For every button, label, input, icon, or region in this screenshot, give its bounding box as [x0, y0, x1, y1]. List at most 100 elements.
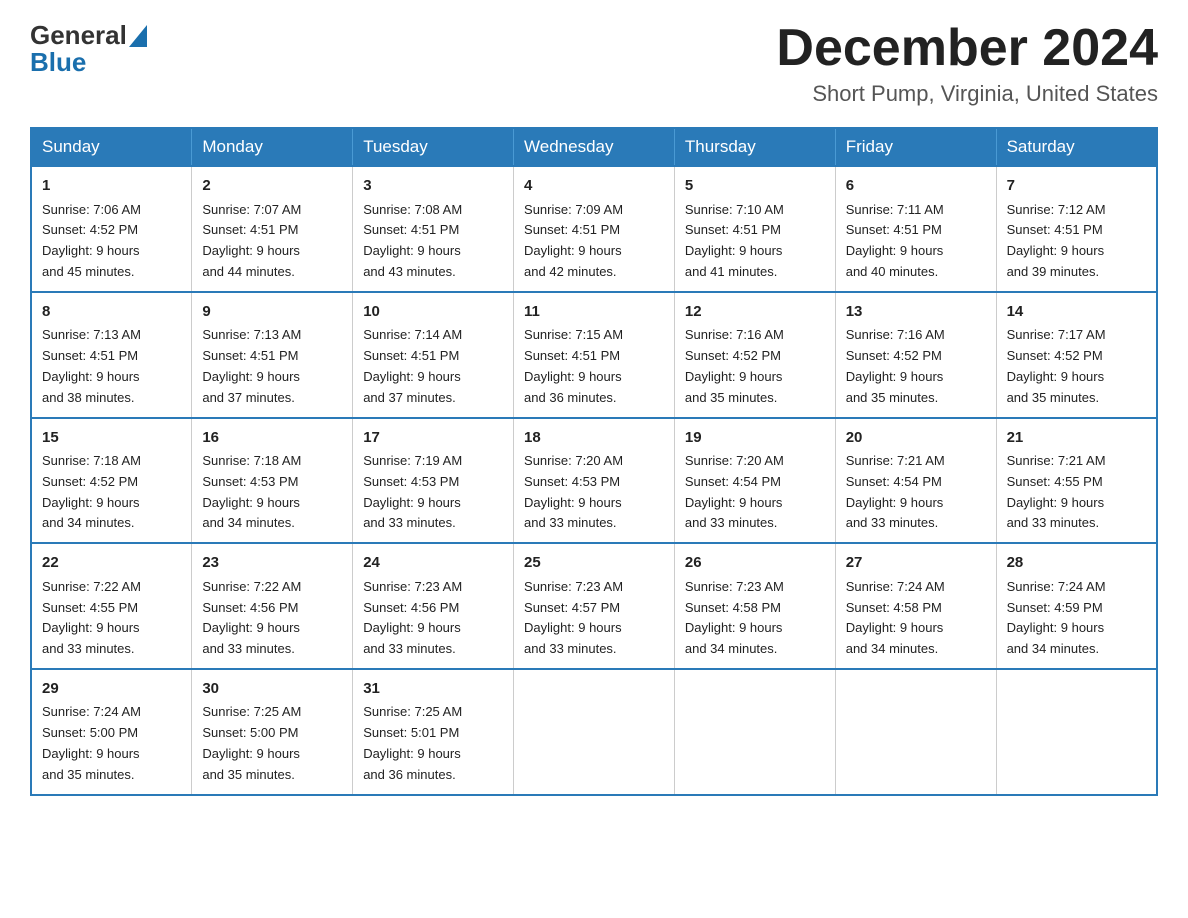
day-cell: 12 Sunrise: 7:16 AMSunset: 4:52 PMDayligh…	[674, 292, 835, 418]
day-number: 11	[524, 301, 664, 324]
day-number: 22	[42, 552, 181, 575]
header-saturday: Saturday	[996, 128, 1157, 166]
day-cell: 30 Sunrise: 7:25 AMSunset: 5:00 PMDayligh…	[192, 669, 353, 795]
day-cell	[514, 669, 675, 795]
month-title: December 2024	[776, 20, 1158, 77]
day-number: 14	[1007, 301, 1146, 324]
day-cell	[996, 669, 1157, 795]
day-number: 19	[685, 427, 825, 450]
day-number: 5	[685, 175, 825, 198]
day-cell: 9Sunrise: 7:13 AMSunset: 4:51 PMDaylight…	[192, 292, 353, 418]
day-cell: 5 Sunrise: 7:10 AMSunset: 4:51 PMDaylight…	[674, 166, 835, 292]
day-number: 23	[202, 552, 342, 575]
week-row-5: 29 Sunrise: 7:24 AMSunset: 5:00 PMDayligh…	[31, 669, 1157, 795]
day-info: Sunrise: 7:13 AMSunset: 4:51 PMDaylight:…	[42, 327, 141, 404]
day-number: 27	[846, 552, 986, 575]
day-info: Sunrise: 7:24 AMSunset: 4:58 PMDaylight:…	[846, 579, 945, 656]
day-number: 29	[42, 678, 181, 701]
header-thursday: Thursday	[674, 128, 835, 166]
day-info: Sunrise: 7:24 AMSunset: 5:00 PMDaylight:…	[42, 704, 141, 781]
day-number: 16	[202, 427, 342, 450]
header-wednesday: Wednesday	[514, 128, 675, 166]
day-cell: 11 Sunrise: 7:15 AMSunset: 4:51 PMDayligh…	[514, 292, 675, 418]
day-number: 15	[42, 427, 181, 450]
day-cell: 2Sunrise: 7:07 AMSunset: 4:51 PMDaylight…	[192, 166, 353, 292]
day-cell: 21 Sunrise: 7:21 AMSunset: 4:55 PMDayligh…	[996, 418, 1157, 544]
day-info: Sunrise: 7:22 AMSunset: 4:55 PMDaylight:…	[42, 579, 141, 656]
day-number: 2	[202, 175, 342, 198]
day-info: Sunrise: 7:12 AMSunset: 4:51 PMDaylight:…	[1007, 202, 1106, 279]
day-number: 24	[363, 552, 503, 575]
day-cell: 25 Sunrise: 7:23 AMSunset: 4:57 PMDayligh…	[514, 543, 675, 669]
day-info: Sunrise: 7:17 AMSunset: 4:52 PMDaylight:…	[1007, 327, 1106, 404]
day-info: Sunrise: 7:20 AMSunset: 4:53 PMDaylight:…	[524, 453, 623, 530]
day-number: 31	[363, 678, 503, 701]
day-number: 30	[202, 678, 342, 701]
day-info: Sunrise: 7:21 AMSunset: 4:55 PMDaylight:…	[1007, 453, 1106, 530]
day-cell: 17Sunrise: 7:19 AMSunset: 4:53 PMDayligh…	[353, 418, 514, 544]
day-number: 9	[202, 301, 342, 324]
week-row-2: 8Sunrise: 7:13 AMSunset: 4:51 PMDaylight…	[31, 292, 1157, 418]
day-cell: 4 Sunrise: 7:09 AMSunset: 4:51 PMDaylight…	[514, 166, 675, 292]
page-header: General Blue December 2024 Short Pump, V…	[30, 20, 1158, 107]
day-info: Sunrise: 7:15 AMSunset: 4:51 PMDaylight:…	[524, 327, 623, 404]
day-number: 26	[685, 552, 825, 575]
day-number: 21	[1007, 427, 1146, 450]
day-info: Sunrise: 7:09 AMSunset: 4:51 PMDaylight:…	[524, 202, 623, 279]
logo-blue-text: Blue	[30, 47, 86, 78]
day-info: Sunrise: 7:14 AMSunset: 4:51 PMDaylight:…	[363, 327, 462, 404]
day-cell: 7 Sunrise: 7:12 AMSunset: 4:51 PMDaylight…	[996, 166, 1157, 292]
day-cell: 18 Sunrise: 7:20 AMSunset: 4:53 PMDayligh…	[514, 418, 675, 544]
day-info: Sunrise: 7:06 AMSunset: 4:52 PMDaylight:…	[42, 202, 141, 279]
day-cell: 26Sunrise: 7:23 AMSunset: 4:58 PMDayligh…	[674, 543, 835, 669]
day-number: 3	[363, 175, 503, 198]
day-number: 20	[846, 427, 986, 450]
header-friday: Friday	[835, 128, 996, 166]
day-info: Sunrise: 7:10 AMSunset: 4:51 PMDaylight:…	[685, 202, 784, 279]
day-number: 7	[1007, 175, 1146, 198]
day-cell: 13Sunrise: 7:16 AMSunset: 4:52 PMDayligh…	[835, 292, 996, 418]
day-info: Sunrise: 7:11 AMSunset: 4:51 PMDaylight:…	[846, 202, 944, 279]
day-info: Sunrise: 7:16 AMSunset: 4:52 PMDaylight:…	[685, 327, 784, 404]
day-number: 6	[846, 175, 986, 198]
day-cell: 31Sunrise: 7:25 AMSunset: 5:01 PMDayligh…	[353, 669, 514, 795]
week-row-1: 1 Sunrise: 7:06 AMSunset: 4:52 PMDaylight…	[31, 166, 1157, 292]
day-info: Sunrise: 7:21 AMSunset: 4:54 PMDaylight:…	[846, 453, 945, 530]
day-info: Sunrise: 7:18 AMSunset: 4:53 PMDaylight:…	[202, 453, 301, 530]
day-number: 1	[42, 175, 181, 198]
day-cell: 29 Sunrise: 7:24 AMSunset: 5:00 PMDayligh…	[31, 669, 192, 795]
day-cell: 22 Sunrise: 7:22 AMSunset: 4:55 PMDayligh…	[31, 543, 192, 669]
header-row: Sunday Monday Tuesday Wednesday Thursday…	[31, 128, 1157, 166]
day-info: Sunrise: 7:18 AMSunset: 4:52 PMDaylight:…	[42, 453, 141, 530]
day-cell: 3Sunrise: 7:08 AMSunset: 4:51 PMDaylight…	[353, 166, 514, 292]
day-number: 25	[524, 552, 664, 575]
header-monday: Monday	[192, 128, 353, 166]
day-cell: 14 Sunrise: 7:17 AMSunset: 4:52 PMDayligh…	[996, 292, 1157, 418]
day-info: Sunrise: 7:20 AMSunset: 4:54 PMDaylight:…	[685, 453, 784, 530]
day-cell: 8Sunrise: 7:13 AMSunset: 4:51 PMDaylight…	[31, 292, 192, 418]
day-number: 17	[363, 427, 503, 450]
calendar-body: 1 Sunrise: 7:06 AMSunset: 4:52 PMDaylight…	[31, 166, 1157, 794]
day-info: Sunrise: 7:22 AMSunset: 4:56 PMDaylight:…	[202, 579, 301, 656]
day-cell: 20 Sunrise: 7:21 AMSunset: 4:54 PMDayligh…	[835, 418, 996, 544]
header-sunday: Sunday	[31, 128, 192, 166]
day-cell: 15 Sunrise: 7:18 AMSunset: 4:52 PMDayligh…	[31, 418, 192, 544]
day-cell: 27 Sunrise: 7:24 AMSunset: 4:58 PMDayligh…	[835, 543, 996, 669]
header-tuesday: Tuesday	[353, 128, 514, 166]
day-cell: 23 Sunrise: 7:22 AMSunset: 4:56 PMDayligh…	[192, 543, 353, 669]
day-cell: 10Sunrise: 7:14 AMSunset: 4:51 PMDayligh…	[353, 292, 514, 418]
day-number: 13	[846, 301, 986, 324]
title-section: December 2024 Short Pump, Virginia, Unit…	[776, 20, 1158, 107]
calendar-header: Sunday Monday Tuesday Wednesday Thursday…	[31, 128, 1157, 166]
day-number: 4	[524, 175, 664, 198]
day-info: Sunrise: 7:25 AMSunset: 5:00 PMDaylight:…	[202, 704, 301, 781]
logo-triangle-icon	[129, 25, 147, 47]
day-number: 12	[685, 301, 825, 324]
logo: General Blue	[30, 20, 147, 78]
day-info: Sunrise: 7:23 AMSunset: 4:57 PMDaylight:…	[524, 579, 623, 656]
day-cell: 24Sunrise: 7:23 AMSunset: 4:56 PMDayligh…	[353, 543, 514, 669]
day-cell: 6 Sunrise: 7:11 AMSunset: 4:51 PMDaylight…	[835, 166, 996, 292]
day-number: 18	[524, 427, 664, 450]
day-number: 28	[1007, 552, 1146, 575]
day-cell: 16 Sunrise: 7:18 AMSunset: 4:53 PMDayligh…	[192, 418, 353, 544]
